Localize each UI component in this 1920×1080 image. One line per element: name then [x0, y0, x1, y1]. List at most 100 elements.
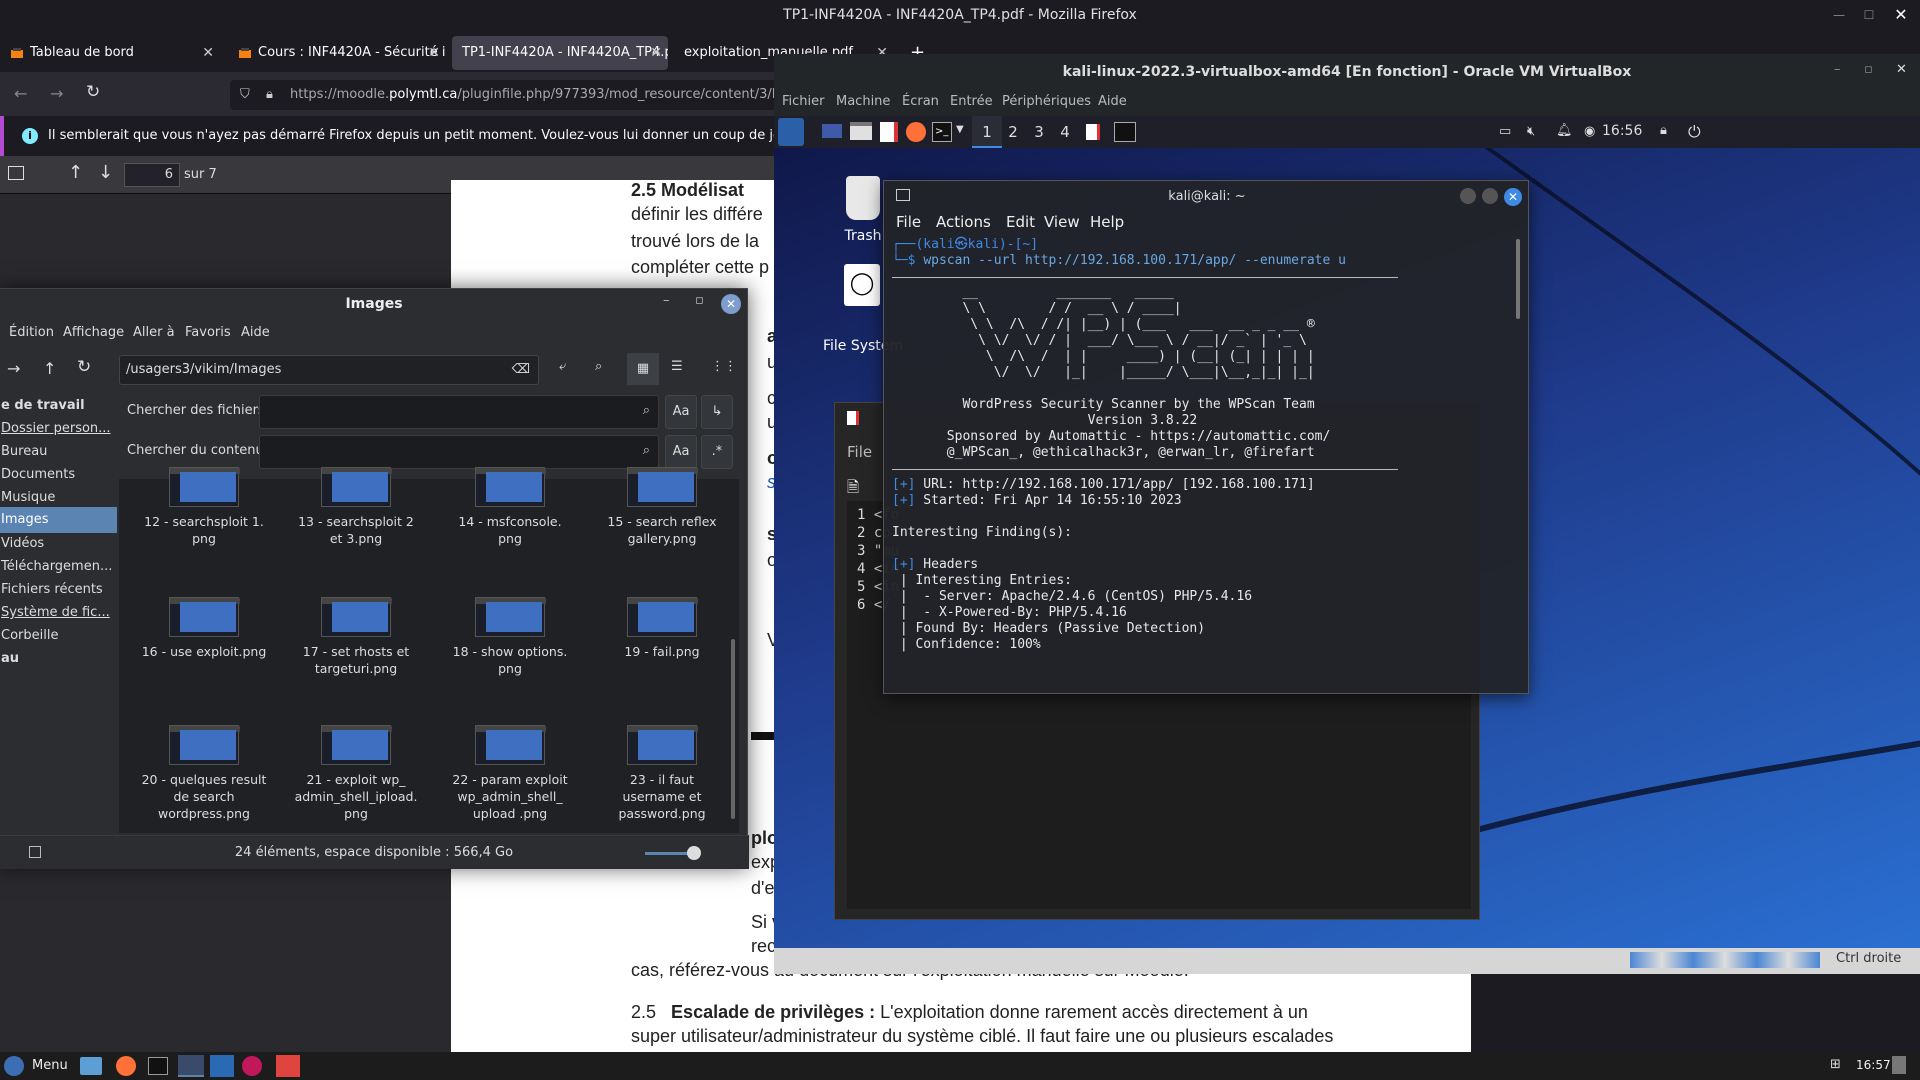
file-name[interactable]: 21 - exploit wp_ admin_shell_ipload. png — [281, 771, 431, 822]
file-name[interactable]: 13 - searchsploit 2 et 3.png — [281, 513, 431, 547]
kali-clock[interactable]: 16:56 — [1602, 123, 1642, 139]
trash-icon[interactable] — [846, 176, 880, 220]
fedora-menu-icon[interactable] — [4, 1056, 24, 1076]
mousepad-task-icon[interactable] — [1086, 124, 1100, 140]
maximize-button[interactable]: ▫ — [1864, 62, 1873, 77]
file-thumbnail[interactable] — [627, 725, 698, 765]
chevron-down-icon[interactable]: ▼ — [956, 124, 964, 135]
file-name[interactable]: 15 - search reflex gallery.png — [587, 513, 737, 547]
sidebar-item-images[interactable]: Images — [0, 507, 117, 533]
parent-folder-icon[interactable]: ↑ — [43, 359, 56, 378]
vbox-menu-peripheriques[interactable]: Périphériques — [1002, 94, 1091, 109]
close-tab-icon[interactable]: ✕ — [650, 36, 662, 70]
path-bar[interactable]: /usagers3/vikim/Images ⌫ — [119, 355, 539, 385]
network-icon[interactable]: ⊞ — [1830, 1057, 1841, 1072]
regex-button[interactable]: .* — [701, 435, 733, 469]
reload-icon[interactable]: ↻ — [77, 357, 91, 377]
search-icon[interactable]: ⌕ — [595, 359, 602, 374]
lock-icon[interactable]: 🔒︎ — [1660, 123, 1667, 138]
file-thumbnail[interactable] — [169, 725, 240, 765]
firefox-task-icon[interactable] — [276, 1055, 300, 1077]
terminal-icon[interactable] — [148, 1057, 168, 1075]
scrollbar[interactable] — [1516, 239, 1520, 319]
case-sensitive-button[interactable]: Aa — [665, 395, 697, 429]
taskbar-clock[interactable]: 16:57 — [1856, 1058, 1891, 1072]
file-thumbnail[interactable] — [475, 725, 546, 765]
file-name[interactable]: 23 - il faut username et password.png — [587, 771, 737, 822]
file-thumbnail[interactable] — [627, 467, 698, 507]
menu-button[interactable]: Menu — [32, 1058, 68, 1073]
vbox-menu-fichier[interactable]: Fichier — [782, 94, 825, 109]
show-desktop-icon[interactable] — [1892, 1056, 1906, 1074]
close-button[interactable]: ✕ — [1504, 188, 1522, 206]
minimize-button[interactable] — [1460, 188, 1476, 204]
case-sensitive-button[interactable]: Aa — [665, 435, 697, 469]
scrollbar[interactable] — [731, 639, 735, 819]
tab-tp4-pdf[interactable]: TP1-INF4420A - INF4420A_TP4.pdf ✕ — [452, 36, 668, 70]
menu-edition[interactable]: Édition — [9, 325, 54, 340]
show-desktop-icon[interactable] — [822, 124, 842, 138]
close-button[interactable]: ✕ — [1886, 0, 1916, 30]
file-name[interactable]: 22 - param exploit wp_admin_shell_ uploa… — [435, 771, 585, 822]
close-button[interactable]: ✕ — [1896, 62, 1907, 77]
list-view-icon[interactable]: ☰ — [671, 359, 683, 374]
terminal-icon[interactable]: >_ — [932, 122, 952, 142]
file-name[interactable]: 17 - set rhosts et targeturi.png — [281, 643, 431, 677]
file-thumbnail[interactable] — [475, 467, 546, 507]
vbox-menu-machine[interactable]: Machine — [836, 94, 890, 109]
forward-icon[interactable]: → — [7, 359, 20, 378]
terminal-menu-view[interactable]: View — [1044, 213, 1080, 231]
page-number-input[interactable]: 6 — [124, 163, 180, 187]
terminal-output[interactable]: ┌──(kali㉿kali)-[~] └─$ wpscan --url http… — [892, 237, 1492, 677]
close-button[interactable]: ✕ — [721, 294, 741, 314]
file-name[interactable]: 18 - show options. png — [435, 643, 585, 677]
tab-tableau-de-bord[interactable]: Tableau de bord ✕ — [0, 36, 220, 70]
back-icon[interactable]: ← — [14, 84, 27, 103]
display-icon[interactable]: ▭ — [1499, 124, 1511, 139]
file-system-icon[interactable]: ◯ — [844, 264, 880, 306]
notification-bell-icon[interactable]: 🔔︎ — [1556, 123, 1573, 138]
toggle-path-icon[interactable]: ⤶ — [559, 359, 566, 374]
file-name[interactable]: 19 - fail.png — [587, 643, 737, 660]
power-manager-icon[interactable]: ◉ — [1584, 124, 1595, 139]
firefox-icon[interactable] — [116, 1056, 136, 1076]
file-name[interactable]: 12 - searchsploit 1. png — [129, 513, 279, 547]
text-editor-icon[interactable] — [880, 122, 898, 142]
mousepad-menu-file[interactable]: File — [847, 443, 872, 461]
search-files-input[interactable]: ⌕ — [259, 395, 659, 429]
terminal-task-icon[interactable] — [1114, 122, 1136, 142]
terminal-menu-file[interactable]: File — [896, 213, 921, 231]
search-content-input[interactable]: ⌕ — [259, 435, 659, 469]
tab-cours[interactable]: Cours : INF4420A - Sécurité in ✕ — [228, 36, 446, 70]
file-thumbnail[interactable] — [321, 597, 392, 637]
logout-icon[interactable]: ⏻ — [1688, 122, 1701, 142]
menu-aide[interactable]: Aide — [241, 325, 270, 340]
reload-icon[interactable]: ↻ — [86, 82, 100, 102]
file-manager-icon[interactable] — [850, 122, 872, 140]
compact-view-icon[interactable]: ⋮⋮ — [711, 359, 737, 374]
terminal-menu-actions[interactable]: Actions — [936, 213, 991, 231]
sidebar-toggle-icon[interactable] — [29, 846, 41, 858]
file-name[interactable]: 20 - quelques result de search wordpress… — [129, 771, 279, 822]
next-page-icon[interactable]: ↓ — [98, 162, 113, 183]
previous-page-icon[interactable]: ↑ — [68, 162, 83, 183]
minimize-button[interactable]: — — [1824, 0, 1854, 30]
menu-aller[interactable]: Aller à — [133, 325, 175, 340]
maximize-button[interactable]: ☐ — [1854, 0, 1884, 30]
mute-icon[interactable]: 🔇︎ — [1527, 124, 1535, 139]
terminal-menu-edit[interactable]: Edit — [1006, 213, 1035, 231]
clear-icon[interactable]: ⌫ — [512, 356, 530, 384]
file-name[interactable]: 16 - use exploit.png — [129, 643, 279, 660]
vbox-menu-entree[interactable]: Entrée — [950, 94, 993, 109]
virtualbox-task-icon[interactable] — [210, 1055, 234, 1077]
vbox-device-icons[interactable] — [1630, 952, 1820, 968]
menu-favoris[interactable]: Favoris — [185, 325, 231, 340]
menu-affichage[interactable]: Affichage — [63, 325, 124, 340]
workspace-4[interactable]: 4 — [1050, 116, 1080, 148]
close-tab-icon[interactable]: ✕ — [428, 36, 440, 70]
terminal-menu-help[interactable]: Help — [1090, 213, 1124, 231]
firefox-icon[interactable] — [906, 122, 926, 142]
new-document-icon[interactable]: 🗎︎ — [847, 477, 859, 502]
close-tab-icon[interactable]: ✕ — [202, 36, 214, 70]
url-bar[interactable]: ⛉ 🔒︎ https://moodle.polymtl.ca/pluginfil… — [230, 80, 780, 110]
